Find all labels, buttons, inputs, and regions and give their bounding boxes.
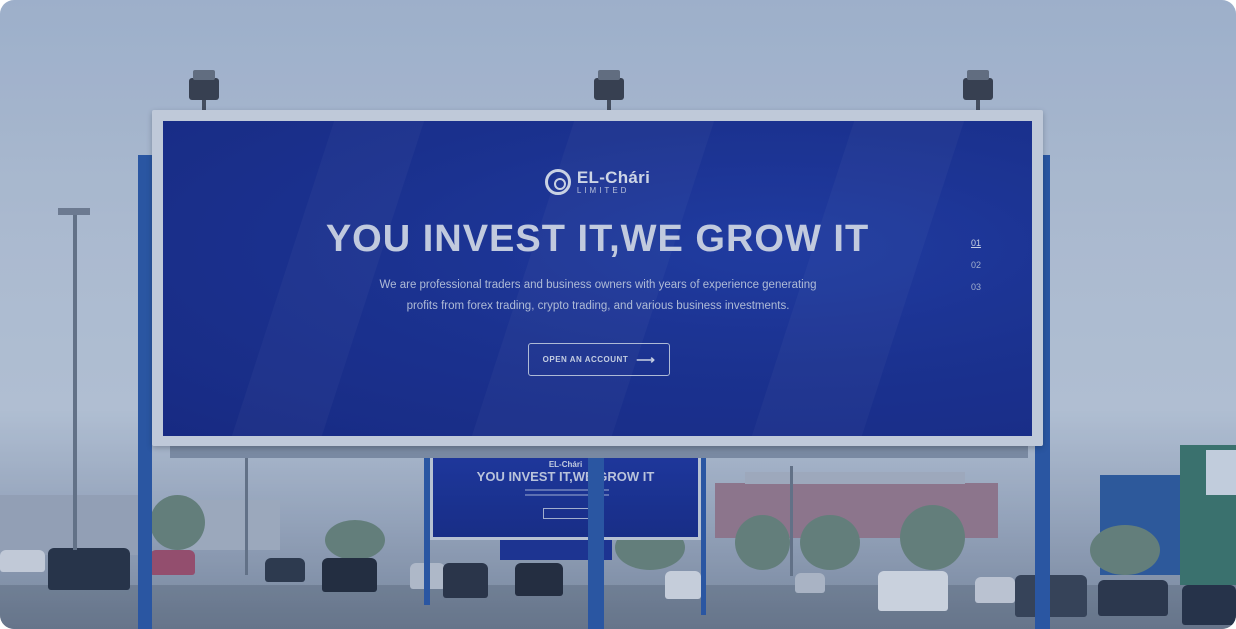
street-light-head <box>58 208 90 215</box>
logo-name: EL-Chári <box>576 168 651 187</box>
billboard-scene: EL-Chári YOU INVEST IT,WE GROW IT EL-Chá… <box>0 0 1236 629</box>
floodlight-icon <box>963 70 993 112</box>
billboard-pole-center <box>588 446 604 629</box>
billboard-underside <box>170 446 1028 458</box>
billboard-screen: EL-Chári LIMITED YOU INVEST IT,WE GROW I… <box>163 121 1032 436</box>
subheadline-line-1: We are professional traders and business… <box>379 279 817 291</box>
street-light-pole <box>790 466 793 576</box>
arrow-right-icon: ⟶ <box>636 352 656 367</box>
headline: YOU INVEST IT,WE GROW IT <box>325 218 870 260</box>
car <box>1098 580 1168 616</box>
car <box>515 563 563 596</box>
car <box>878 571 948 611</box>
small-billboard-screen: EL-Chári YOU INVEST IT,WE GROW IT <box>433 457 698 537</box>
car <box>1015 575 1087 617</box>
car <box>443 563 488 598</box>
billboard-pole-left <box>138 155 152 629</box>
car <box>150 550 195 575</box>
tree <box>735 515 790 570</box>
car <box>665 571 701 599</box>
logo-mark-icon <box>544 169 571 195</box>
car <box>265 558 305 582</box>
car <box>975 577 1015 603</box>
street-light-pole <box>245 455 248 575</box>
small-billboard-logo: EL-Chári <box>548 460 583 469</box>
street-light-pole <box>73 214 77 550</box>
car <box>1182 585 1236 625</box>
car <box>322 558 377 592</box>
pager-item-01[interactable]: 01 <box>971 238 981 260</box>
tree <box>800 515 860 570</box>
small-billboard-pole <box>701 455 706 615</box>
building-center-roof <box>745 472 965 484</box>
open-account-button[interactable]: OPEN AN ACCOUNT ⟶ <box>528 343 670 376</box>
subheadline-line-2: profits from forex trading, crypto tradi… <box>406 300 790 312</box>
floodlight-icon <box>189 70 219 112</box>
tree <box>150 495 205 550</box>
slide-pager: 01 02 03 <box>971 238 981 304</box>
car <box>0 550 45 572</box>
tree <box>900 505 965 570</box>
car <box>795 573 825 593</box>
logo-text: EL-Chári LIMITED <box>577 169 650 195</box>
pager-item-02[interactable]: 02 <box>971 260 981 282</box>
tree <box>325 520 385 560</box>
small-billboard-headline: YOU INVEST IT,WE GROW IT <box>476 469 655 484</box>
building-right-panel <box>1206 450 1236 495</box>
tree <box>1090 525 1160 575</box>
car <box>48 548 130 590</box>
building-left <box>0 495 140 555</box>
floodlight-icon <box>594 70 624 112</box>
subheadline: We are professional traders and business… <box>353 275 843 317</box>
logo-subtitle: LIMITED <box>576 186 630 195</box>
small-billboard-cta <box>543 508 591 519</box>
pager-item-03[interactable]: 03 <box>971 282 981 304</box>
open-account-label: OPEN AN ACCOUNT <box>542 355 629 364</box>
brand-logo: EL-Chári LIMITED <box>163 169 1032 195</box>
